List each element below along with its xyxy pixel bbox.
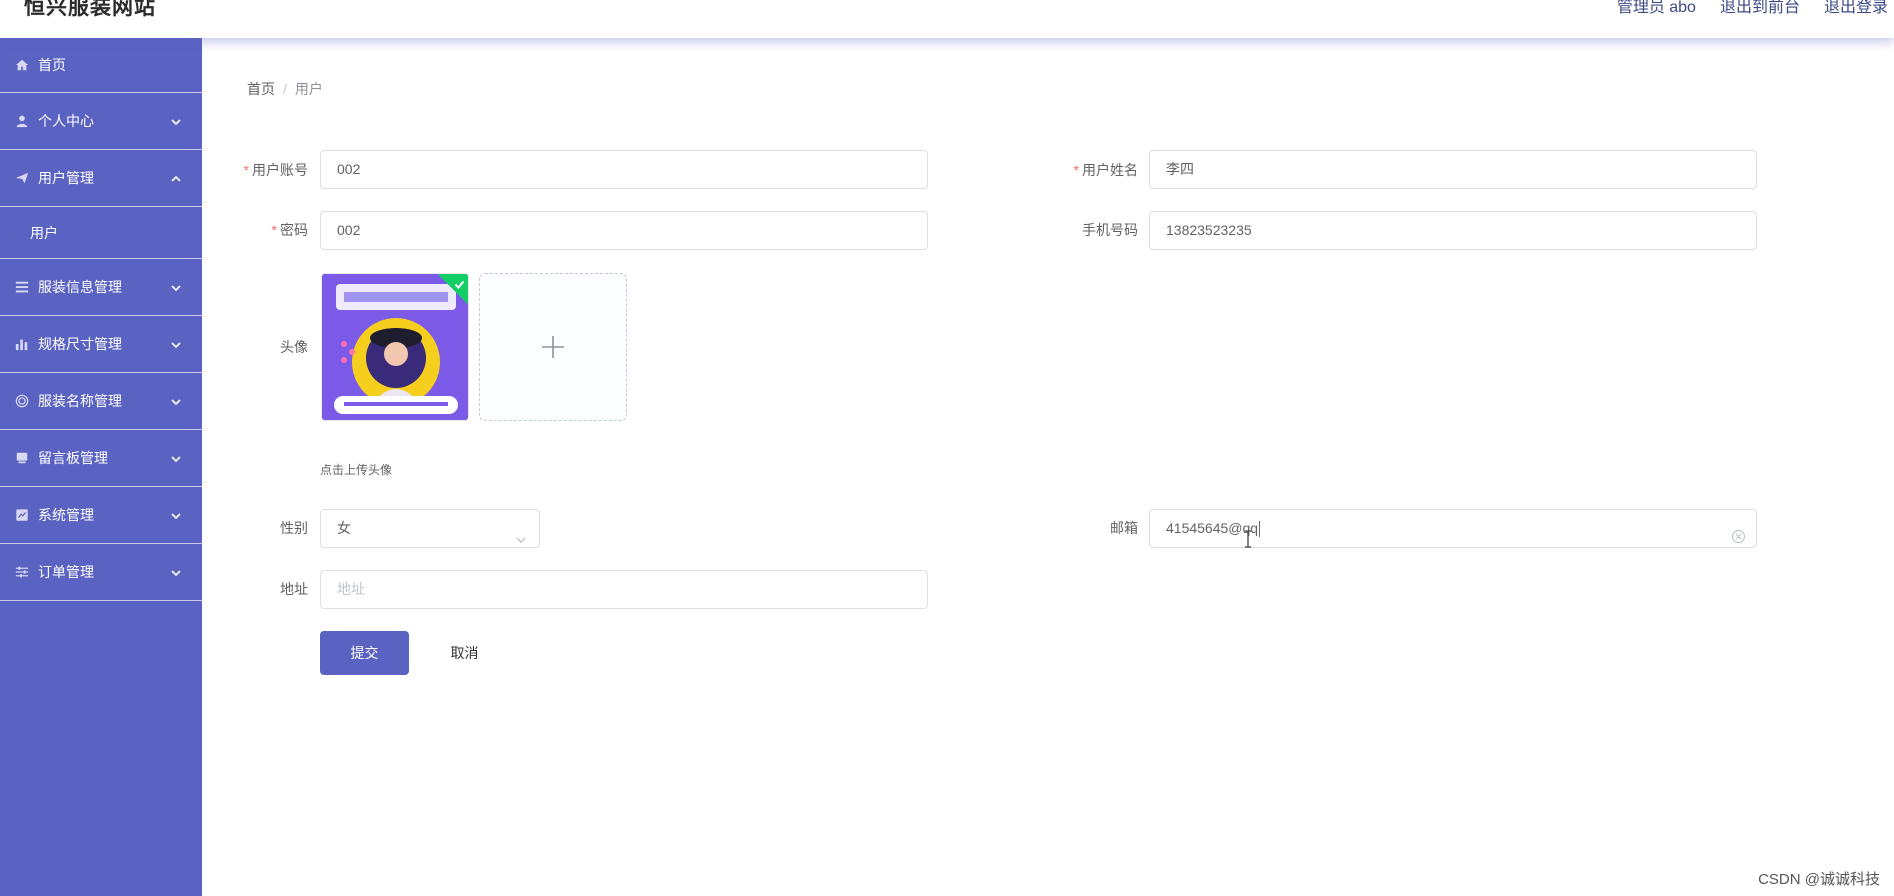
admin-name: 管理员 abo — [1616, 0, 1696, 16]
user-icon — [14, 113, 30, 129]
breadcrumb-current: 用户 — [294, 81, 323, 97]
sidebar-item-home[interactable]: 首页 — [0, 38, 202, 93]
top-header: 恒兴服装网站 管理员 abo 退出到前台 退出登录 — [0, 0, 1894, 38]
password-input[interactable]: 002 — [320, 211, 928, 250]
sidebar-item-label: 系统管理 — [38, 507, 94, 523]
chevron-up-icon — [170, 172, 182, 184]
sidebar-subitem-label: 用户 — [30, 224, 58, 241]
site-title: 恒兴服装网站 — [24, 0, 156, 19]
sidebar-subitem-user[interactable]: 用户 — [0, 207, 202, 259]
phone-input[interactable]: 13823523235 — [1149, 211, 1757, 250]
chevron-down-icon — [170, 566, 182, 578]
chevron-down-icon — [170, 281, 182, 293]
name-input[interactable]: 李四 — [1149, 150, 1757, 189]
sidebar-item-clothing-info[interactable]: 服装信息管理 — [0, 259, 202, 316]
phone-label: 手机号码 — [1082, 222, 1138, 238]
avatar-image — [322, 274, 468, 420]
chevron-down-icon — [170, 395, 182, 407]
chevron-down-icon — [170, 452, 182, 464]
sidebar-item-label: 用户管理 — [38, 170, 94, 186]
email-input[interactable]: 41545645@qq — [1149, 509, 1757, 548]
avatar-thumbnail[interactable] — [321, 273, 469, 421]
sidebar: 首页 个人中心 用户管理 用户 服装信息管理 规格尺寸管理 服装名称管理 留言板… — [0, 38, 202, 896]
name-label: * 用户姓名 — [1048, 160, 1138, 180]
send-icon — [14, 170, 30, 186]
sidebar-item-label: 订单管理 — [38, 564, 94, 580]
text-caret — [1259, 521, 1261, 538]
sidebar-item-clothing-name[interactable]: 服装名称管理 — [0, 373, 202, 430]
password-label: * 密码 — [218, 220, 308, 240]
submit-button[interactable]: 提交 — [320, 631, 409, 675]
back-to-front-link[interactable]: 退出到前台 — [1720, 0, 1800, 18]
home-icon — [14, 57, 30, 73]
list-icon — [14, 279, 30, 295]
sidebar-item-label: 留言板管理 — [38, 450, 108, 466]
sidebar-item-message-board[interactable]: 留言板管理 — [0, 430, 202, 487]
gender-selected-value: 女 — [337, 520, 351, 536]
globe-icon — [14, 393, 30, 409]
chevron-down-icon — [170, 509, 182, 521]
chevron-down-icon — [170, 338, 182, 350]
password-label-text: 密码 — [280, 222, 308, 238]
address-label: 地址 — [280, 581, 308, 597]
account-label: * 用户账号 — [218, 160, 308, 180]
sidebar-item-label: 规格尺寸管理 — [38, 336, 122, 352]
sidebar-item-user-management[interactable]: 用户管理 — [0, 150, 202, 207]
bar-chart-icon — [14, 336, 30, 352]
avatar-upload-hint: 点击上传头像 — [320, 463, 393, 477]
chevron-down-icon — [170, 115, 182, 127]
avatar-label: 头像 — [280, 339, 308, 355]
sidebar-item-orders[interactable]: 订单管理 — [0, 544, 202, 601]
sidebar-item-system[interactable]: 系统管理 — [0, 487, 202, 544]
sidebar-item-label: 服装信息管理 — [38, 279, 122, 295]
board-icon — [14, 450, 30, 466]
email-label: 邮箱 — [1110, 520, 1138, 536]
required-mark: * — [271, 222, 277, 238]
avatar-upload-button[interactable] — [479, 273, 627, 421]
sidebar-item-label: 服装名称管理 — [38, 393, 122, 409]
breadcrumb-separator: / — [283, 81, 287, 97]
sidebar-item-label: 个人中心 — [38, 113, 94, 129]
watermark: CSDN @诚诚科技 — [1758, 871, 1880, 888]
gender-select[interactable]: 女 — [320, 509, 540, 548]
account-label-text: 用户账号 — [252, 162, 308, 178]
account-input[interactable]: 002 — [320, 150, 928, 189]
mouse-cursor-icon — [1243, 530, 1253, 548]
gender-label: 性别 — [280, 520, 308, 536]
sidebar-item-personal-center[interactable]: 个人中心 — [0, 93, 202, 150]
system-icon — [14, 507, 30, 523]
logout-link[interactable]: 退出登录 — [1824, 0, 1888, 18]
address-input[interactable]: 地址 — [320, 570, 928, 609]
required-mark: * — [243, 162, 249, 178]
breadcrumb-home[interactable]: 首页 — [247, 81, 275, 97]
breadcrumb: 首页 / 用户 — [247, 79, 323, 99]
clear-icon[interactable] — [1731, 521, 1746, 544]
chevron-down-icon — [515, 523, 527, 543]
sidebar-item-label: 首页 — [38, 57, 66, 73]
sliders-icon — [14, 564, 30, 580]
plus-icon — [542, 336, 564, 358]
header-actions: 管理员 abo 退出到前台 退出登录 — [1617, 0, 1888, 18]
check-icon — [454, 280, 465, 290]
required-mark: * — [1073, 162, 1079, 178]
sidebar-item-size-spec[interactable]: 规格尺寸管理 — [0, 316, 202, 373]
name-label-text: 用户姓名 — [1082, 162, 1138, 178]
cancel-button[interactable]: 取消 — [420, 631, 509, 675]
